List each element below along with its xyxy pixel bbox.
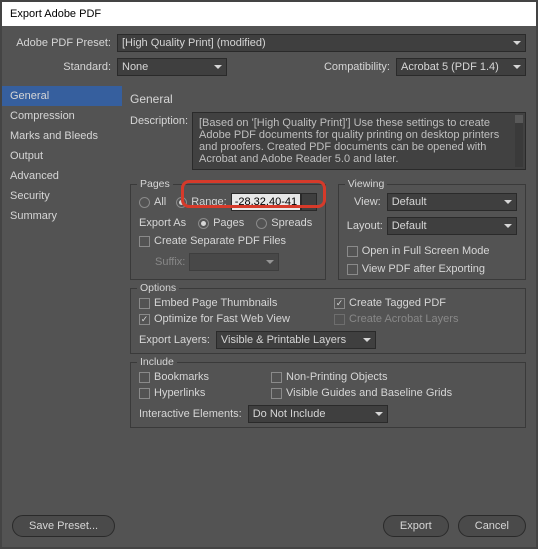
export-button[interactable]: Export [383, 515, 449, 537]
standard-label: Standard: [12, 61, 117, 73]
chevron-down-icon [513, 41, 521, 45]
pages-opt-label: Pages [213, 217, 244, 229]
sidebar-item-compression[interactable]: Compression [2, 106, 122, 126]
chevron-down-icon [504, 200, 512, 204]
chevron-down-icon [513, 65, 521, 69]
sidebar-item-security[interactable]: Security [2, 186, 122, 206]
window-title: Export Adobe PDF [10, 8, 101, 20]
chevron-down-icon [375, 412, 383, 416]
pages-radio[interactable] [198, 218, 209, 229]
guides-check[interactable] [271, 388, 282, 399]
compat-label: Compatibility: [324, 61, 396, 73]
standard-value: None [122, 61, 148, 73]
interactive-label: Interactive Elements: [139, 408, 242, 420]
bookmarks-check[interactable] [139, 372, 150, 383]
exportas-label: Export As [139, 217, 186, 229]
description-box[interactable]: [Based on '[High Quality Print]'] Use th… [192, 112, 526, 170]
fastweb-label: Optimize for Fast Web View [154, 313, 290, 325]
layout-combo[interactable]: Default [387, 217, 517, 235]
acrolayers-label: Create Acrobat Layers [349, 313, 458, 325]
standard-combo[interactable]: None [117, 58, 227, 76]
page-title: General [130, 92, 526, 106]
pages-legend: Pages [137, 178, 173, 190]
tagged-check[interactable] [334, 298, 345, 309]
exportlayers-combo[interactable]: Visible & Printable Layers [216, 331, 376, 349]
separate-label: Create Separate PDF Files [154, 235, 286, 247]
range-dropdown[interactable] [301, 193, 317, 211]
scroll-up-icon[interactable] [515, 115, 523, 123]
chevron-down-icon [266, 260, 274, 264]
compat-combo[interactable]: Acrobat 5 (PDF 1.4) [396, 58, 526, 76]
range-label: Range: [191, 196, 226, 208]
acrolayers-check [334, 314, 345, 325]
sidebar-item-advanced[interactable]: Advanced [2, 166, 122, 186]
hyperlinks-check[interactable] [139, 388, 150, 399]
interactive-value: Do Not Include [253, 408, 326, 420]
chevron-down-icon [363, 338, 371, 342]
thumb-label: Embed Page Thumbnails [154, 297, 277, 309]
sidebar-item-output[interactable]: Output [2, 146, 122, 166]
guides-label: Visible Guides and Baseline Grids [286, 387, 452, 399]
window-titlebar: Export Adobe PDF [2, 2, 536, 26]
view-value: Default [392, 196, 427, 208]
layout-label: Layout: [347, 220, 387, 232]
all-label: All [154, 196, 166, 208]
view-label: View: [347, 196, 387, 208]
range-input[interactable] [231, 193, 301, 211]
preset-label: Adobe PDF Preset: [12, 37, 117, 49]
fullscreen-label: Open in Full Screen Mode [362, 245, 490, 257]
nonprint-label: Non-Printing Objects [286, 371, 388, 383]
suffix-combo [189, 253, 279, 271]
description-label: Description: [130, 112, 192, 127]
suffix-label: Suffix: [155, 256, 185, 268]
compat-value: Acrobat 5 (PDF 1.4) [401, 61, 499, 73]
chevron-down-icon [504, 224, 512, 228]
fastweb-check[interactable] [139, 314, 150, 325]
sidebar-item-summary[interactable]: Summary [2, 206, 122, 226]
include-legend: Include [137, 356, 177, 368]
view-combo[interactable]: Default [387, 193, 517, 211]
sidebar-item-marks[interactable]: Marks and Bleeds [2, 126, 122, 146]
viewafter-check[interactable] [347, 264, 358, 275]
spreads-opt-label: Spreads [271, 217, 312, 229]
hyperlinks-label: Hyperlinks [154, 387, 205, 399]
viewafter-label: View PDF after Exporting [362, 263, 485, 275]
interactive-combo[interactable]: Do Not Include [248, 405, 388, 423]
bookmarks-label: Bookmarks [154, 371, 209, 383]
exportlayers-value: Visible & Printable Layers [221, 334, 346, 346]
separate-check[interactable] [139, 236, 150, 247]
tagged-label: Create Tagged PDF [349, 297, 446, 309]
scrollbar[interactable] [515, 115, 523, 167]
all-radio[interactable] [139, 197, 150, 208]
preset-combo[interactable]: [High Quality Print] (modified) [117, 34, 526, 52]
viewing-legend: Viewing [345, 178, 388, 190]
exportlayers-label: Export Layers: [139, 334, 210, 346]
description-text: [Based on '[High Quality Print]'] Use th… [199, 117, 499, 165]
chevron-down-icon [214, 65, 222, 69]
options-legend: Options [137, 282, 179, 294]
save-preset-button[interactable]: Save Preset... [12, 515, 115, 537]
fullscreen-check[interactable] [347, 246, 358, 257]
thumb-check[interactable] [139, 298, 150, 309]
sidebar: General Compression Marks and Bleeds Out… [2, 86, 122, 486]
preset-value: [High Quality Print] (modified) [122, 37, 266, 49]
range-radio[interactable] [176, 197, 187, 208]
layout-value: Default [392, 220, 427, 232]
spreads-radio[interactable] [256, 218, 267, 229]
cancel-button[interactable]: Cancel [458, 515, 526, 537]
nonprint-check[interactable] [271, 372, 282, 383]
sidebar-item-general[interactable]: General [2, 86, 122, 106]
